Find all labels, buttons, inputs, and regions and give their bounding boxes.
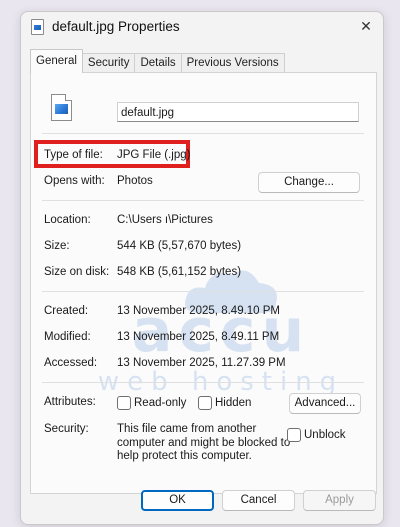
- readonly-checkbox[interactable]: [117, 396, 131, 410]
- cancel-button[interactable]: Cancel: [222, 490, 295, 511]
- security-line-3: help protect this computer.: [117, 450, 252, 462]
- apply-button[interactable]: Apply: [303, 490, 376, 511]
- hidden-checkbox[interactable]: [198, 396, 212, 410]
- created-label: Created:: [44, 305, 89, 317]
- properties-dialog: default.jpg Properties ✕ General Securit…: [20, 11, 384, 525]
- close-button[interactable]: ✕: [355, 16, 377, 36]
- general-panel: accu web hosting default.jpg Type of fil…: [30, 72, 377, 494]
- jpg-file-icon: [31, 19, 44, 35]
- type-of-file-label: Type of file:: [44, 149, 103, 161]
- window-title: default.jpg Properties: [52, 19, 180, 34]
- title-bar[interactable]: default.jpg Properties ✕: [21, 12, 383, 42]
- separator: [42, 291, 364, 292]
- hidden-label[interactable]: Hidden: [215, 397, 251, 409]
- size-on-disk-value: 548 KB (5,61,152 bytes): [117, 266, 242, 278]
- advanced-button[interactable]: Advanced...: [289, 393, 361, 414]
- security-line-1: This file came from another: [117, 423, 257, 435]
- created-value: 13 November 2025, 8.49.10 PM: [117, 305, 281, 317]
- location-label: Location:: [44, 214, 91, 226]
- location-value: C:\Users ı\Pictures: [117, 214, 213, 226]
- modified-value: 13 November 2025, 8.49.11 PM: [117, 331, 280, 343]
- opens-with-value: Photos: [117, 175, 153, 187]
- accessed-label: Accessed:: [44, 357, 98, 369]
- tab-details[interactable]: Details: [134, 53, 182, 73]
- tab-previous-versions[interactable]: Previous Versions: [180, 53, 285, 73]
- tab-security[interactable]: Security: [81, 53, 136, 73]
- size-on-disk-label: Size on disk:: [44, 266, 110, 278]
- unblock-checkbox[interactable]: [287, 428, 301, 442]
- size-value: 544 KB (5,57,670 bytes): [117, 240, 242, 252]
- opens-with-label: Opens with:: [44, 175, 105, 187]
- readonly-label[interactable]: Read-only: [134, 397, 186, 409]
- ok-button[interactable]: OK: [141, 490, 214, 511]
- security-line-2: computer and might be blocked to: [117, 437, 291, 449]
- accessed-value: 13 November 2025, 11.27.39 PM: [117, 357, 286, 369]
- separator: [42, 133, 364, 134]
- separator: [42, 200, 364, 201]
- jpg-image-icon: [51, 94, 72, 121]
- attributes-label: Attributes:: [44, 396, 96, 408]
- unblock-label[interactable]: Unblock: [304, 429, 346, 441]
- file-name-field[interactable]: default.jpg: [117, 102, 359, 122]
- tab-bar: General Security Details Previous Versio…: [30, 49, 285, 73]
- tab-general[interactable]: General: [30, 49, 83, 73]
- type-of-file-value: JPG File (.jpg): [117, 149, 191, 161]
- security-label: Security:: [44, 423, 89, 435]
- size-label: Size:: [44, 240, 70, 252]
- change-button[interactable]: Change...: [258, 172, 360, 193]
- separator: [42, 382, 364, 383]
- modified-label: Modified:: [44, 331, 91, 343]
